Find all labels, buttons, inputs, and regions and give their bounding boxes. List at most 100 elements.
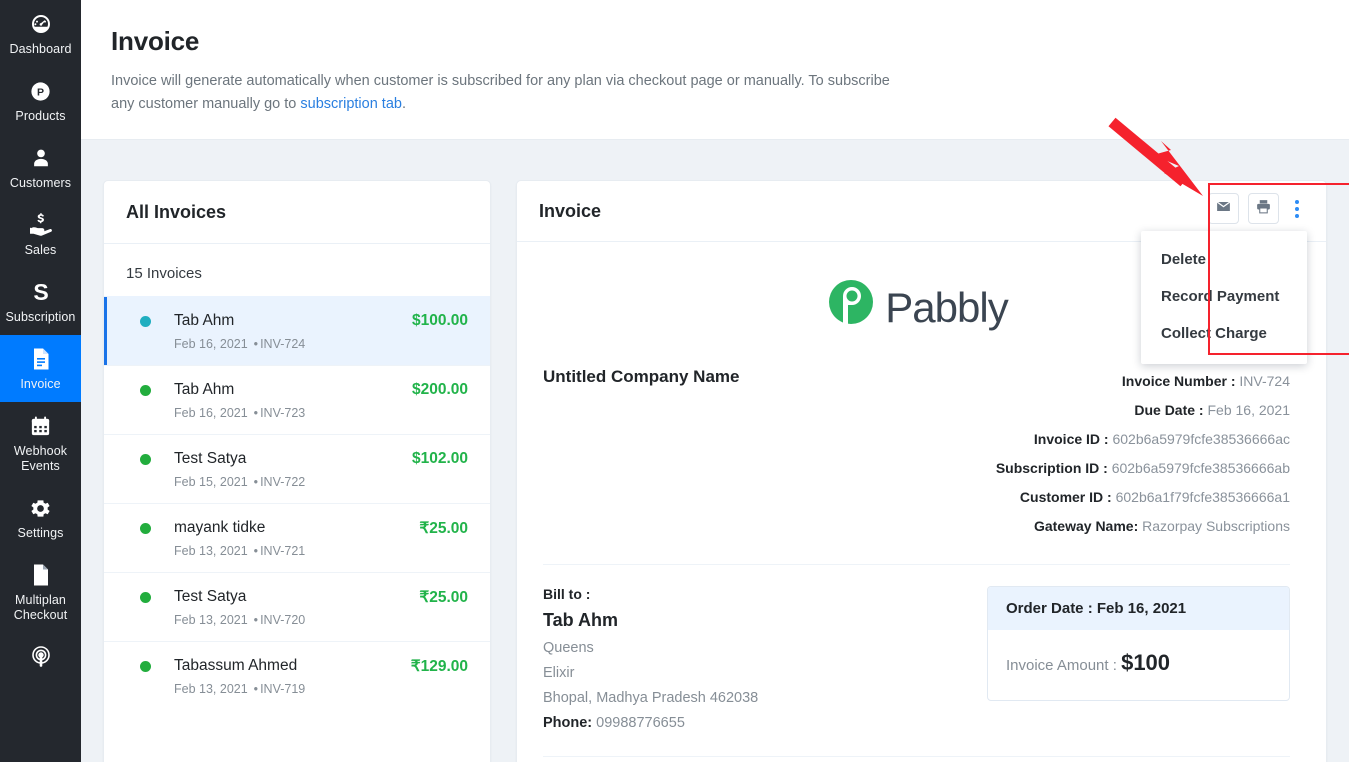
sidebar-item-products[interactable]: P Products bbox=[0, 67, 81, 134]
invoice-number: INV-721 bbox=[260, 544, 306, 558]
more-options-button[interactable] bbox=[1288, 193, 1306, 224]
sidebar-item-broadcast[interactable] bbox=[0, 633, 81, 685]
svg-text:P: P bbox=[37, 86, 44, 98]
invoice-list-item[interactable]: Test Satya Feb 13, 2021 • INV-720 ₹25.00 bbox=[104, 572, 490, 641]
invoice-list-item[interactable]: Test Satya Feb 15, 2021 • INV-722 $102.00 bbox=[104, 434, 490, 503]
broadcast-icon bbox=[29, 644, 53, 670]
invoice-date: Feb 13, 2021 bbox=[174, 544, 248, 558]
invoice-list-item[interactable]: mayank tidke Feb 13, 2021 • INV-721 ₹25.00 bbox=[104, 503, 490, 572]
invoice-amount-row: Invoice Amount : $100 bbox=[988, 630, 1289, 700]
sidebar-item-label: Sales bbox=[24, 243, 57, 257]
order-summary-box: Order Date : Feb 16, 2021 Invoice Amount… bbox=[987, 586, 1290, 701]
invoice-number: INV-719 bbox=[260, 682, 306, 696]
status-dot bbox=[140, 454, 151, 465]
invoice-list-item[interactable]: Tabassum Ahmed Feb 13, 2021 • INV-719 ₹129.0… bbox=[104, 641, 490, 710]
invoice-count-label: 15 Invoices bbox=[126, 265, 202, 282]
subscription-tab-link[interactable]: subscription tab bbox=[300, 96, 402, 112]
invoice-customer-name: Tab Ahm bbox=[174, 381, 235, 398]
content-area: All Invoices 15 Invoices Tab Ahm Feb 16, … bbox=[81, 140, 1349, 762]
invoice-amount: ₹25.00 bbox=[419, 589, 468, 606]
meta-label: Invoice ID : bbox=[1033, 431, 1109, 447]
sidebar-item-webhook-events[interactable]: Webhook Events bbox=[0, 402, 81, 484]
page-description-part2: . bbox=[401, 96, 406, 112]
printer-icon bbox=[1256, 198, 1271, 219]
hand-money-icon bbox=[28, 212, 54, 238]
meta-separator: • bbox=[253, 406, 259, 420]
bill-to-label: Bill to : bbox=[543, 586, 591, 602]
user-icon bbox=[30, 145, 52, 171]
sidebar-item-label: Webhook Events bbox=[13, 444, 68, 473]
meta-value: 602b6a1f79fcfe38536666a1 bbox=[1115, 489, 1290, 505]
sidebar-item-dashboard[interactable]: Dashboard bbox=[0, 0, 81, 67]
sidebar-item-label: Subscription bbox=[5, 310, 76, 324]
meta-separator: • bbox=[253, 544, 259, 558]
invoice-list-item-body: Test Satya Feb 15, 2021 • INV-722 bbox=[151, 449, 412, 489]
dropdown-item-record-payment[interactable]: Record Payment bbox=[1141, 278, 1307, 315]
email-invoice-button[interactable] bbox=[1208, 193, 1239, 224]
meta-value: Razorpay Subscriptions bbox=[1142, 518, 1290, 534]
meta-label: Due Date : bbox=[1134, 402, 1204, 418]
sidebar-item-customers[interactable]: Customers bbox=[0, 134, 81, 201]
kebab-dot bbox=[1295, 206, 1299, 211]
sidebar-item-multiplan-checkout[interactable]: Multiplan Checkout bbox=[0, 551, 81, 633]
invoice-number: INV-723 bbox=[260, 406, 306, 420]
pabbly-mark-icon bbox=[825, 277, 881, 338]
document-lines-icon bbox=[30, 346, 52, 372]
meta-separator: • bbox=[253, 475, 259, 489]
page-description: Invoice will generate automatically when… bbox=[111, 70, 901, 116]
meta-value: 602b6a5979fcfe38536666ac bbox=[1112, 431, 1290, 447]
invoice-meta-line: Customer ID : 602b6a1f79fcfe38536666a1 bbox=[996, 483, 1290, 512]
sidebar-item-invoice[interactable]: Invoice bbox=[0, 335, 81, 402]
all-invoices-panel: All Invoices 15 Invoices Tab Ahm Feb 16, … bbox=[103, 180, 491, 762]
invoice-date: Feb 16, 2021 bbox=[174, 406, 248, 420]
invoice-meta-line: Subscription ID : 602b6a5979fcfe38536666… bbox=[996, 454, 1290, 483]
sidebar-item-label: Invoice bbox=[20, 377, 61, 391]
invoice-customer-name: mayank tidke bbox=[174, 519, 266, 536]
invoice-options-dropdown[interactable]: Delete Record Payment Collect Charge bbox=[1141, 231, 1307, 364]
sidebar-item-label: Customers bbox=[9, 176, 72, 190]
invoice-meta-line: Due Date : Feb 16, 2021 bbox=[996, 396, 1290, 425]
invoice-customer-name: Tab Ahm bbox=[174, 312, 235, 329]
invoice-actions-toolbar bbox=[1208, 193, 1306, 224]
invoice-list-item[interactable]: Tab Ahm Feb 16, 2021 • INV-723 $200.00 bbox=[104, 365, 490, 434]
invoice-detail-title: Invoice bbox=[539, 201, 602, 221]
invoice-amount: $200.00 bbox=[411, 381, 468, 398]
invoice-number: INV-722 bbox=[260, 475, 306, 489]
invoice-detail-header: Invoice Delete Record Payment Collect Ch… bbox=[517, 181, 1326, 364]
meta-label: Invoice Number : bbox=[1121, 373, 1236, 389]
product-p-circle-icon: P bbox=[29, 78, 52, 104]
page-description-part1: Invoice will generate automatically when… bbox=[111, 73, 890, 112]
invoice-date: Feb 13, 2021 bbox=[174, 682, 248, 696]
meta-value: 602b6a5979fcfe38536666ab bbox=[1111, 460, 1290, 476]
envelope-icon bbox=[1216, 198, 1231, 219]
invoice-meta-grid: Untitled Company Name Invoice Number : I… bbox=[543, 367, 1290, 541]
page-title: Invoice bbox=[111, 26, 200, 56]
invoice-amount: $100.00 bbox=[411, 312, 468, 329]
calendar-icon bbox=[29, 413, 52, 439]
letter-s-icon: S bbox=[29, 279, 53, 305]
invoice-date: Feb 16, 2021 bbox=[174, 337, 248, 351]
sidebar-item-label: Settings bbox=[17, 526, 64, 540]
meta-separator: • bbox=[253, 682, 259, 696]
invoice-meta: Feb 15, 2021 • INV-722 bbox=[174, 475, 412, 489]
invoice-detail-panel: Invoice Delete Record Payment Collect Ch… bbox=[516, 180, 1327, 762]
gear-icon bbox=[29, 495, 52, 521]
invoice-meta-line: Invoice Number : INV-724 bbox=[996, 367, 1290, 396]
sidebar-item-settings[interactable]: Settings bbox=[0, 484, 81, 551]
invoice-list-item[interactable]: Tab Ahm Feb 16, 2021 • INV-724 $100.00 bbox=[104, 296, 490, 365]
all-invoices-title: All Invoices bbox=[104, 181, 490, 244]
print-invoice-button[interactable] bbox=[1248, 193, 1279, 224]
sidebar-item-sales[interactable]: Sales bbox=[0, 201, 81, 268]
svg-text:S: S bbox=[33, 279, 48, 305]
dropdown-item-collect-charge[interactable]: Collect Charge bbox=[1141, 315, 1307, 352]
invoice-list-item-body: Tab Ahm Feb 16, 2021 • INV-723 bbox=[151, 380, 412, 420]
dropdown-item-delete[interactable]: Delete bbox=[1141, 241, 1307, 278]
sidebar-item-subscription[interactable]: S Subscription bbox=[0, 268, 81, 335]
bill-to-section: Bill to : Tab Ahm Queens Elixir Bhopal, … bbox=[543, 565, 1290, 731]
sidebar-item-label: Products bbox=[15, 109, 66, 123]
invoice-amount: $102.00 bbox=[411, 450, 468, 467]
meta-label: Gateway Name: bbox=[1033, 518, 1139, 534]
sidebar-item-label: Dashboard bbox=[9, 42, 72, 56]
invoice-amount-value: $100 bbox=[1121, 650, 1171, 675]
sidebar-item-label: Multiplan Checkout bbox=[13, 593, 68, 622]
